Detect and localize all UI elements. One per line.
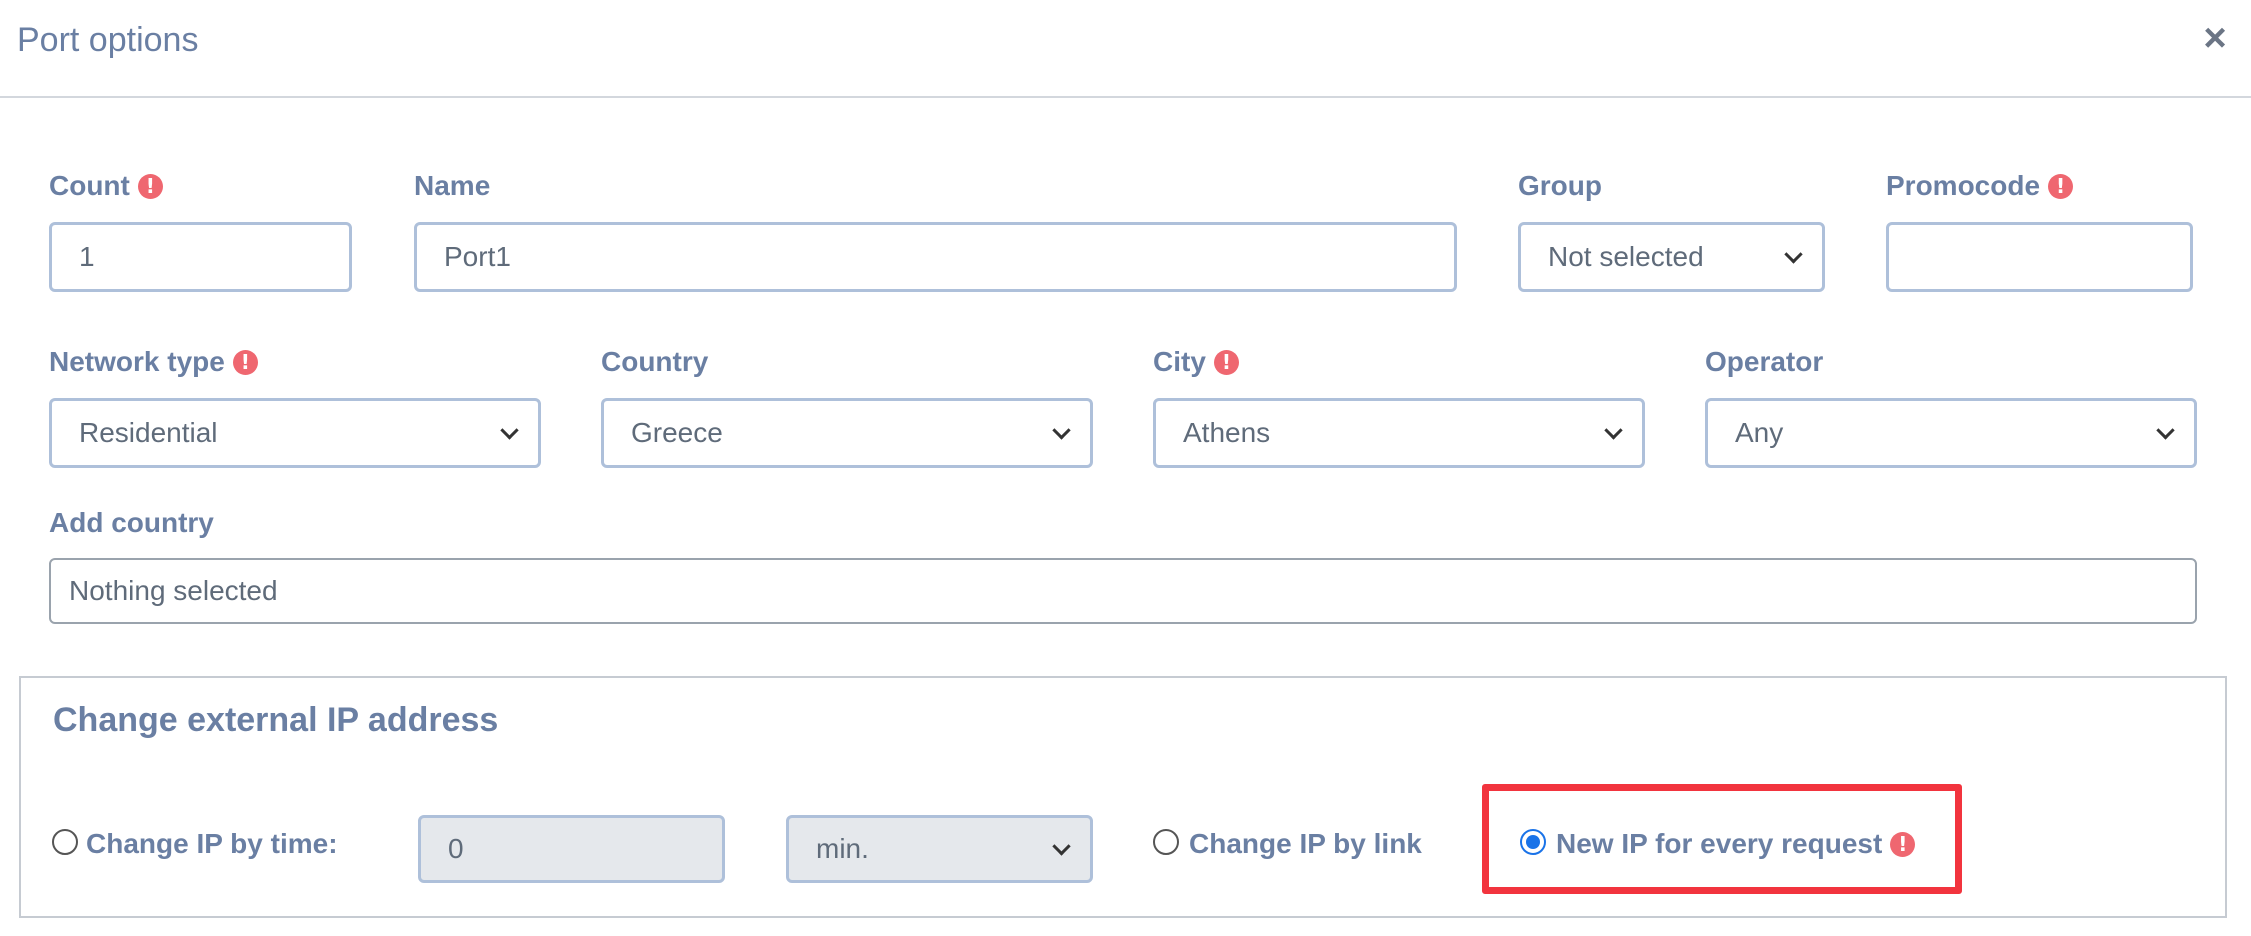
promocode-input[interactable] (1886, 222, 2193, 292)
port-options-dialog: Port options × Count ! 1 Name Port1 Grou… (0, 0, 2251, 936)
country-label: Country (601, 346, 709, 377)
name-label: Name (414, 170, 491, 201)
time-value-input[interactable]: 0 (418, 815, 725, 883)
chevron-down-icon (500, 421, 519, 440)
chevron-down-icon (1784, 245, 1803, 264)
change-ip-by-time-label[interactable]: Change IP by time: (86, 826, 338, 862)
add-country-label: Add country (49, 507, 214, 538)
group-label: Group (1518, 170, 1602, 201)
network-type-field: Network type ! Residential (49, 344, 541, 468)
promocode-field: Promocode ! (1886, 168, 2193, 292)
name-field: Name Port1 (414, 168, 1457, 292)
required-icon: ! (1213, 349, 1239, 375)
required-icon: ! (137, 173, 163, 199)
city-label: City (1153, 346, 1206, 377)
change-ip-by-time-radio[interactable] (52, 829, 78, 855)
country-select[interactable]: Greece (601, 398, 1093, 468)
count-input[interactable]: 1 (49, 222, 352, 292)
new-ip-every-request-label[interactable]: New IP for every request ! (1556, 826, 1916, 862)
change-ip-by-link-label[interactable]: Change IP by link (1189, 826, 1422, 862)
change-ip-by-link-radio[interactable] (1153, 829, 1179, 855)
city-select[interactable]: Athens (1153, 398, 1645, 468)
required-icon: ! (232, 349, 258, 375)
time-unit-select[interactable]: min. (786, 815, 1093, 883)
section-title: Change external IP address (53, 701, 499, 739)
add-country-select[interactable]: Nothing selected (49, 558, 2197, 624)
dialog-header: Port options × (0, 0, 2251, 98)
new-ip-every-request-radio[interactable] (1520, 829, 1546, 855)
count-field: Count ! 1 (49, 168, 352, 292)
network-type-label: Network type (49, 346, 225, 377)
group-field: Group Not selected (1518, 168, 1825, 292)
promocode-label: Promocode (1886, 170, 2041, 201)
operator-label: Operator (1705, 346, 1824, 377)
operator-select[interactable]: Any (1705, 398, 2197, 468)
group-select[interactable]: Not selected (1518, 222, 1825, 292)
network-type-select[interactable]: Residential (49, 398, 541, 468)
chevron-down-icon (1052, 421, 1071, 440)
count-label: Count (49, 170, 130, 201)
operator-field: Operator Any (1705, 344, 2197, 468)
required-icon: ! (2048, 173, 2074, 199)
chevron-down-icon (2156, 421, 2175, 440)
chevron-down-icon (1604, 421, 1623, 440)
add-country-field: Add country Nothing selected (49, 505, 2197, 624)
close-icon[interactable]: × (2195, 18, 2235, 58)
name-input[interactable]: Port1 (414, 222, 1457, 292)
city-field: City ! Athens (1153, 344, 1645, 468)
chevron-down-icon (1052, 837, 1071, 856)
dialog-title: Port options (17, 21, 199, 59)
required-icon: ! (1890, 831, 1916, 857)
country-field: Country Greece (601, 344, 1093, 468)
